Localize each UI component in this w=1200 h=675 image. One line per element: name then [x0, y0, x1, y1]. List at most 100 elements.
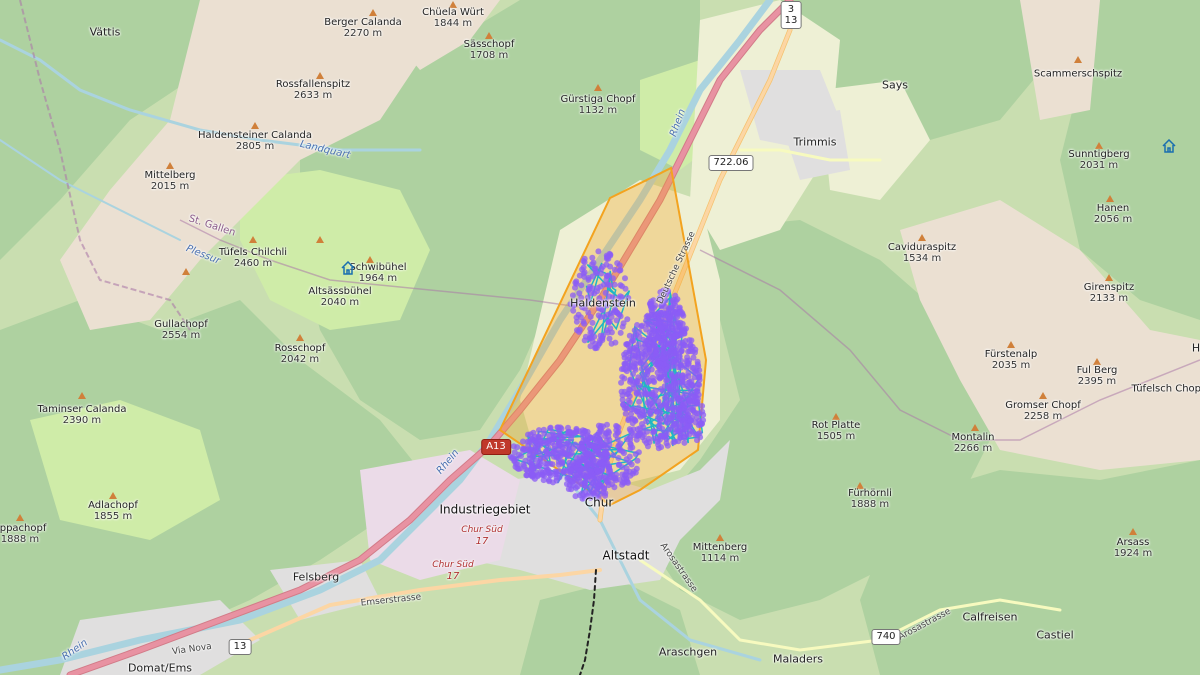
data-point: [576, 272, 583, 279]
data-point: [537, 456, 544, 462]
data-point: [520, 447, 527, 454]
data-point: [696, 373, 702, 380]
data-point: [657, 415, 664, 422]
data-point: [603, 430, 610, 436]
data-point: [591, 265, 598, 272]
data-point: [658, 432, 665, 439]
data-point: [618, 388, 625, 395]
data-point: [689, 343, 696, 350]
data-point: [594, 431, 601, 438]
data-point: [667, 399, 674, 406]
data-point: [587, 325, 594, 332]
data-point: [646, 334, 653, 341]
data-point: [558, 439, 565, 446]
data-point: [575, 311, 582, 318]
data-point: [694, 361, 701, 368]
data-point: [608, 329, 615, 336]
data-point: [631, 365, 638, 372]
data-point: [615, 455, 622, 461]
data-point: [598, 265, 605, 272]
data-point: [663, 377, 670, 384]
data-point: [681, 434, 688, 441]
data-point: [555, 458, 562, 465]
data-point: [663, 431, 670, 438]
data-point: [655, 441, 662, 448]
data-point: [563, 451, 569, 458]
data-point: [634, 322, 641, 328]
data-point: [633, 436, 640, 443]
data-point: [514, 444, 521, 451]
data-point: [625, 295, 632, 301]
data-point: [669, 412, 675, 419]
data-point: [663, 440, 670, 447]
data-point: [583, 450, 590, 457]
data-point: [648, 307, 655, 314]
data-point: [581, 320, 588, 327]
data-point: [653, 351, 660, 358]
data-point: [645, 435, 652, 442]
data-point: [632, 451, 639, 457]
data-point: [603, 327, 610, 334]
data-point: [617, 301, 624, 308]
data-point: [617, 329, 624, 336]
data-point: [571, 477, 578, 484]
data-point: [674, 404, 681, 411]
data-point: [619, 374, 626, 380]
data-point: [661, 350, 668, 357]
data-point: [540, 426, 547, 433]
data-point: [556, 468, 562, 475]
data-point: [622, 275, 628, 282]
data-point: [665, 341, 672, 348]
data-point: [651, 406, 658, 413]
data-point: [629, 337, 636, 344]
data-point: [606, 293, 613, 300]
data-point: [603, 450, 610, 457]
map-view[interactable]: Berger Calanda 2270 m Chüela Würt 1844 m S…: [0, 0, 1200, 675]
data-point: [699, 403, 706, 409]
data-point: [578, 444, 585, 451]
data-point: [555, 424, 562, 431]
data-point: [587, 343, 594, 350]
data-point: [584, 438, 591, 445]
data-point: [617, 313, 624, 320]
data-point: [654, 369, 661, 376]
data-point: [652, 387, 659, 394]
data-point: [694, 388, 701, 395]
data-point: [595, 312, 602, 319]
data-point: [604, 421, 610, 428]
data-point: [689, 406, 696, 413]
data-point: [697, 420, 704, 427]
data-point: [665, 323, 672, 330]
data-point: [668, 372, 675, 379]
data-point: [634, 457, 641, 464]
data-point: [570, 302, 577, 309]
data-point: [665, 330, 672, 337]
data-point: [644, 379, 651, 386]
data-point: [665, 313, 672, 320]
data-point: [639, 407, 646, 414]
data-point: [544, 461, 551, 467]
data-point: [574, 327, 580, 334]
data-point: [608, 340, 615, 347]
data-point: [595, 422, 602, 429]
data-point: [681, 405, 688, 412]
data-point: [531, 475, 538, 482]
data-point: [686, 431, 693, 438]
data-point: [626, 434, 633, 441]
data-point: [679, 372, 686, 379]
data-point: [617, 282, 624, 289]
data-point: [589, 319, 596, 326]
data-point: [578, 302, 585, 309]
data-point: [538, 468, 545, 475]
data-point: [604, 281, 611, 288]
data-point: [648, 319, 655, 326]
route-shield-3-13: 3 13: [780, 1, 802, 29]
data-point: [584, 428, 591, 435]
data-point: [634, 408, 641, 415]
data-point: [620, 365, 627, 372]
data-point: [636, 334, 643, 340]
data-point: [684, 359, 691, 366]
data-point: [531, 434, 538, 440]
data-point: [545, 467, 552, 473]
data-point: [664, 419, 671, 426]
